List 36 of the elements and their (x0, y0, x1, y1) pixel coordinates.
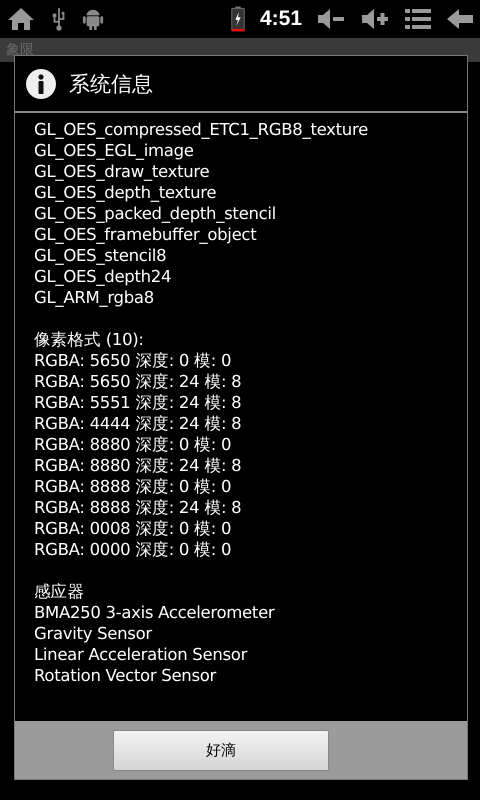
dialog-title: 系统信息 (69, 70, 153, 98)
info-line: Linear Acceleration Sensor (34, 644, 248, 665)
clock-time: 4:51 (260, 7, 302, 31)
info-line: RGBA: 8880 深度: 24 模: 8 (34, 455, 242, 476)
info-icon (25, 68, 57, 100)
info-line: GL_OES_depth_texture (34, 182, 218, 203)
info-line: RGBA: 8888 深度: 24 模: 8 (34, 497, 242, 518)
back-icon[interactable] (446, 7, 474, 31)
info-line: GL_ARM_rgba8 (34, 287, 155, 308)
volume-down-icon[interactable] (316, 7, 346, 31)
menu-icon[interactable] (404, 7, 432, 31)
section-heading: 感应器 (34, 581, 86, 602)
battery-icon (230, 5, 246, 33)
info-line: RGBA: 0000 深度: 0 模: 0 (34, 539, 232, 560)
ok-button[interactable]: 好滴 (113, 730, 329, 770)
info-line: Rotation Vector Sensor (34, 665, 218, 686)
info-line: RGBA: 8888 深度: 0 模: 0 (34, 476, 232, 497)
volume-up-icon[interactable] (360, 7, 390, 31)
info-line: BMA250 3-axis Accelerometer (34, 602, 276, 623)
info-line: GL_OES_EGL_image (34, 140, 195, 161)
info-line: Gravity Sensor (34, 623, 154, 644)
info-line: GL_OES_stencil8 (34, 245, 168, 266)
info-line: GL_OES_depth24 (34, 266, 172, 287)
info-line: GL_OES_compressed_ETC1_RGB8_texture (34, 119, 369, 140)
info-line: GL_OES_draw_texture (34, 161, 210, 182)
info-line: GL_OES_packed_depth_stencil (34, 203, 277, 224)
info-line: RGBA: 5650 深度: 24 模: 8 (34, 371, 242, 392)
info-line: RGBA: 4444 深度: 24 模: 8 (34, 413, 242, 434)
info-line: RGBA: 8880 深度: 0 模: 0 (34, 434, 232, 455)
info-line: GL_OES_framebuffer_object (34, 224, 258, 245)
section-heading: 像素格式 (10): (34, 329, 145, 350)
home-icon[interactable] (6, 6, 36, 32)
info-line: RGBA: 0008 深度: 0 模: 0 (34, 518, 232, 539)
android-icon (82, 7, 104, 31)
info-line: RGBA: 5551 深度: 24 模: 8 (34, 392, 242, 413)
info-line: RGBA: 5650 深度: 0 模: 0 (34, 350, 232, 371)
